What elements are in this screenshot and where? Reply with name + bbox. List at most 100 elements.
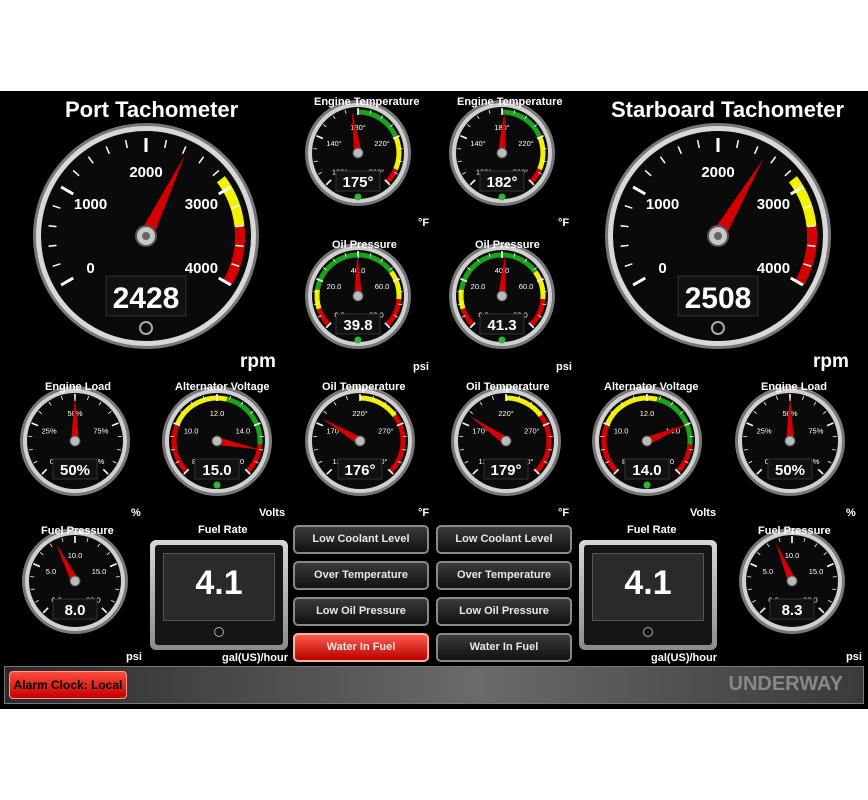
gauge-scale-label: 220° [374, 139, 390, 148]
knob-icon [643, 627, 653, 637]
gauge-scale-label: 20.0 [471, 282, 486, 291]
alarm-low-coolant-port[interactable]: Low Coolant Level [293, 525, 429, 554]
alarm-over-temperature-port[interactable]: Over Temperature [293, 561, 429, 590]
gauge-title-oil-press-stbd: Oil Pressure [475, 239, 540, 251]
gauge-hub [786, 575, 798, 587]
gauge-scale-label: 12.0 [210, 409, 225, 418]
gauge-oil-temp-port: 120°170°220°270°320°176° [305, 386, 415, 496]
gauge-oil-press-stbd: 0.020.040.060.080.041.3 [449, 243, 555, 349]
tach-readout: 2428 [113, 282, 180, 315]
status-led-icon [213, 481, 221, 489]
tach-tick [620, 225, 629, 228]
gauge-eng-load-port: 0%25%50%75%100%50% [20, 386, 130, 496]
gauge-readout: 15.0 [202, 462, 231, 479]
gauge-hub [352, 147, 364, 159]
gauge-hub [354, 435, 366, 447]
gauge-title-alt-volt-port: Alternator Voltage [175, 381, 270, 393]
status-led-icon [498, 193, 506, 201]
gauge-readout: 182° [486, 174, 517, 191]
gauge-scale-label: 5.0 [763, 567, 773, 576]
tach-scale-label: 1000 [646, 196, 679, 213]
gauge-readout: 8.0 [65, 602, 86, 619]
gauge-unit-fuel-press-port: psi [126, 651, 142, 663]
gauge-hub [784, 435, 796, 447]
gauge-scale-label: 10.0 [614, 426, 629, 435]
fuel-rate-title-stbd: Fuel Rate [627, 524, 677, 536]
gauge-scale-label: 20.0 [327, 282, 342, 291]
tach-tick [807, 244, 816, 247]
gauge-scale-label: 25% [42, 426, 57, 435]
gauge-band [458, 289, 466, 310]
status-bar: Alarm Clock: Local UNDERWAY [4, 666, 864, 704]
fuel-rate-value-port: 4.1 [195, 564, 243, 602]
gauge-unit-oil-press-port: psi [413, 361, 429, 373]
tach-scale-label: 0 [658, 260, 666, 277]
gauge-scale-label: 60.0 [519, 282, 534, 291]
gauge-readout: 50% [775, 462, 805, 479]
gauge-hub [352, 290, 364, 302]
gauge-unit-oil-temp-port: °F [418, 507, 430, 519]
gauge-band [314, 289, 322, 310]
fuel-rate-unit-port: gal(US)/hour [222, 652, 288, 664]
alarm-low-oil-pressure-stbd[interactable]: Low Oil Pressure [436, 597, 572, 626]
gauge-readout: 175° [342, 174, 373, 191]
starboard-tach-title: Starboard Tachometer [611, 97, 845, 122]
tach-hub-center [142, 232, 150, 240]
tachometer-port: 0 1000 2000 3000 4000 2428 [33, 123, 259, 349]
fuel-rate-unit-stbd: gal(US)/hour [651, 652, 717, 664]
tach-scale-label: 1000 [74, 196, 107, 213]
tach-tick [235, 244, 244, 247]
gauge-scale-label: 75% [808, 426, 823, 435]
alarm-clock-button[interactable]: Alarm Clock: Local [9, 671, 127, 699]
status-led-icon [354, 336, 362, 344]
fuel-rate-value-stbd: 4.1 [624, 564, 672, 602]
knob-icon [214, 627, 224, 637]
gauge-unit-eng-load-port: % [131, 507, 141, 519]
gauge-scale-label: 25% [757, 426, 772, 435]
gauge-readout: 179° [490, 462, 521, 479]
gauge-unit-eng-load-stbd: % [846, 507, 856, 519]
gauge-scale-label: 15.0 [92, 567, 107, 576]
tach-tick [48, 244, 57, 247]
gauge-scale-label: 15.0 [809, 567, 824, 576]
gauge-scale-label: 10.0 [785, 551, 800, 560]
alarm-low-oil-pressure-port[interactable]: Low Oil Pressure [293, 597, 429, 626]
gauge-canvas: 100°140°180°220°260°175° 100°140°180°220°… [20, 100, 845, 634]
alarm-over-temperature-stbd[interactable]: Over Temperature [436, 561, 572, 590]
gauge-eng-temp-port: 100°140°180°220°260°175° [305, 100, 411, 206]
alarm-water-in-fuel-port[interactable]: Water In Fuel [293, 633, 429, 662]
tach-tick [620, 244, 629, 247]
fuel-rate-display-port: 4.1 [150, 540, 288, 650]
status-led-icon [498, 336, 506, 344]
gauge-title-eng-load-port: Engine Load [45, 381, 111, 393]
gauge-readout: 41.3 [487, 317, 516, 334]
gauge-scale-label: 270° [378, 426, 394, 435]
gauge-scale-label: 140° [326, 139, 342, 148]
tachometer-starboard: 0 1000 2000 3000 4000 2508 [605, 123, 831, 349]
gauge-title-eng-temp-port: Engine Temperature [314, 96, 420, 108]
port-tach-title: Port Tachometer [65, 97, 239, 122]
gauge-alt-volt-port: 8.010.012.014.016.015.0 [162, 386, 272, 496]
gauge-title-alt-volt-stbd: Alternator Voltage [604, 381, 699, 393]
tach-readout: 2508 [685, 282, 752, 315]
alarm-low-coolant-stbd[interactable]: Low Coolant Level [436, 525, 572, 554]
gauge-title-eng-load-stbd: Engine Load [761, 381, 827, 393]
gauge-hub [496, 290, 508, 302]
gauge-scale-label: 220° [352, 409, 368, 418]
gauge-readout: 14.0 [632, 462, 661, 479]
gauge-scale-label: 60.0 [375, 282, 390, 291]
tach-scale-label: 3000 [185, 196, 218, 213]
gauge-readout: 39.8 [343, 317, 372, 334]
gauge-unit-alt-volt-port: Volts [259, 507, 286, 519]
gauge-unit-oil-temp-stbd: °F [558, 507, 570, 519]
status-led-icon [354, 193, 362, 201]
gauge-title-fuel-press-stbd: Fuel Pressure [758, 525, 831, 537]
gauge-scale-label: 140° [470, 139, 486, 148]
starboard-tach-unit: rpm [813, 351, 849, 372]
gauge-scale-label: 14.0 [236, 426, 251, 435]
alarm-water-in-fuel-stbd[interactable]: Water In Fuel [436, 633, 572, 662]
mode-indicator: UNDERWAY [728, 673, 843, 695]
gauge-title-eng-temp-stbd: Engine Temperature [457, 96, 563, 108]
gauge-unit-eng-temp-stbd: °F [558, 217, 570, 229]
gauge-unit-oil-press-stbd: psi [556, 361, 572, 373]
